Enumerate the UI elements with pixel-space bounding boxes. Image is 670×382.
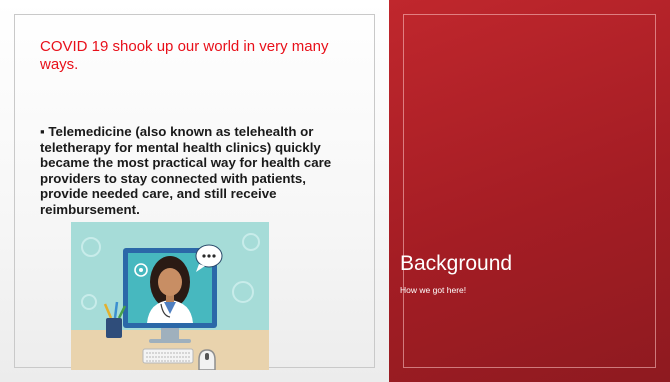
telemedicine-paragraph: ▪ Telemedicine (also known as telehealth… [40,124,332,217]
keyboard-icon [142,348,194,364]
doctor-face [158,268,182,296]
telemedicine-illustration [71,222,269,370]
right-title-panel [389,0,670,382]
monitor-stand [161,326,179,340]
mouse-icon [198,349,216,370]
slide: COVID 19 shook up our world in very many… [0,0,670,382]
section-subtitle: How we got here! [400,285,467,295]
section-title: Background [400,252,513,275]
right-panel-frame [403,14,656,368]
slide-heading: COVID 19 shook up our world in very many… [40,38,329,73]
